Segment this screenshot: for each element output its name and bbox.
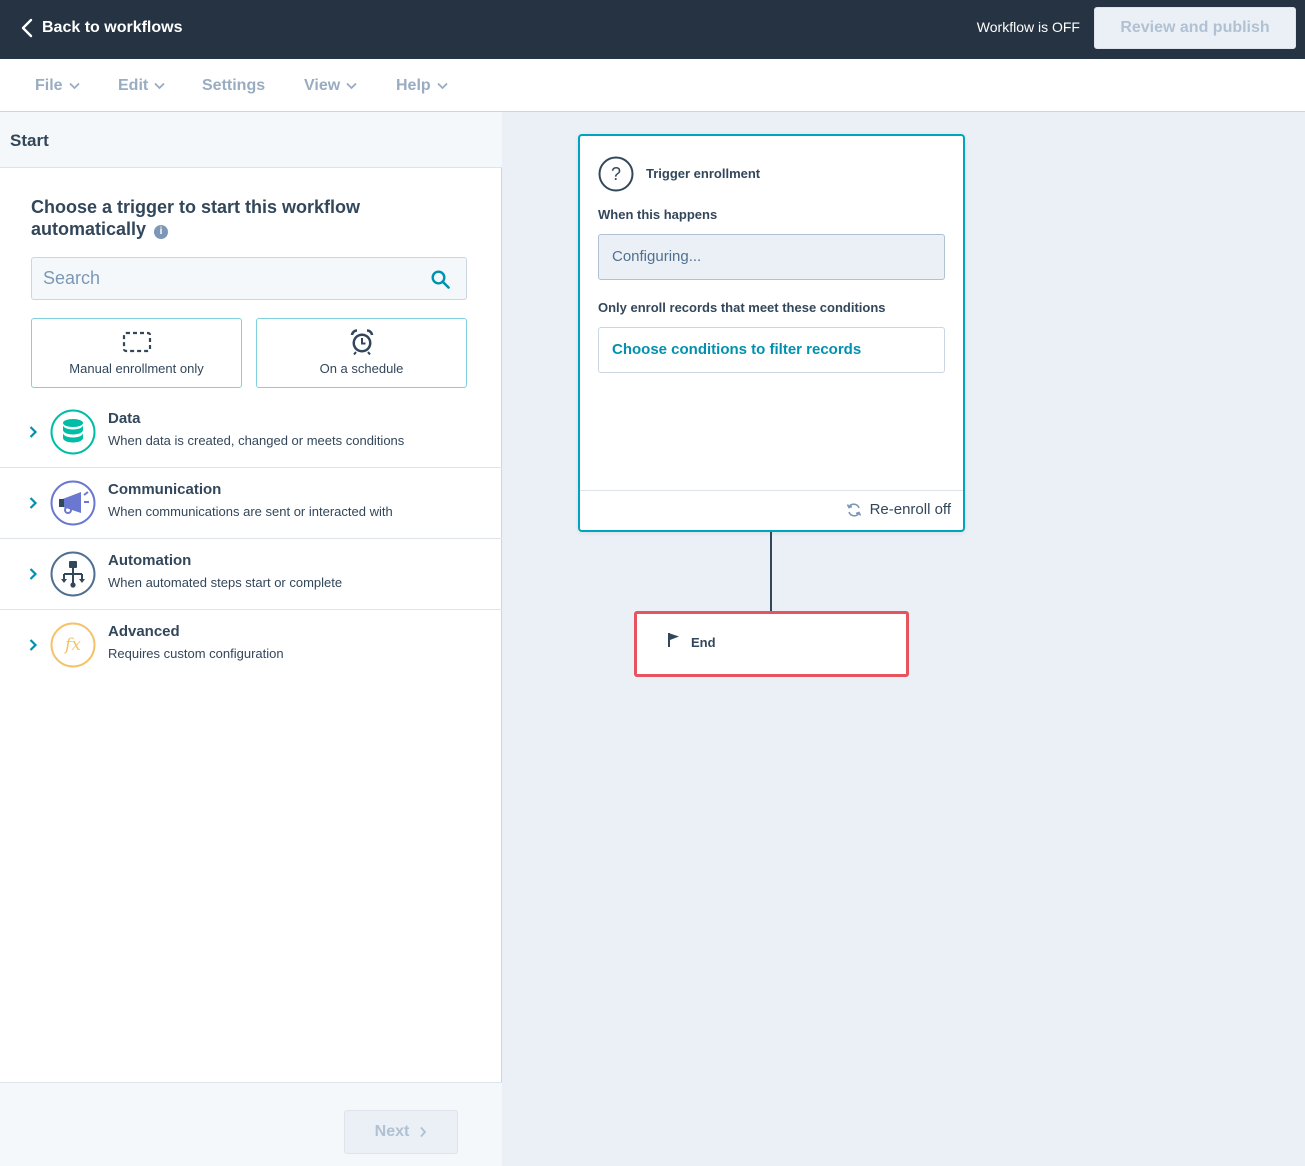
- svg-text:?: ?: [611, 164, 621, 184]
- chevron-right-icon: [29, 639, 38, 651]
- category-data[interactable]: Data When data is created, changed or me…: [0, 397, 502, 468]
- category-communication[interactable]: Communication When communications are se…: [0, 468, 502, 539]
- category-advanced-description: Requires custom configuration: [108, 646, 284, 661]
- chevron-right-icon: [29, 497, 38, 509]
- menu-file-label: File: [35, 77, 63, 94]
- menu-edit-label: Edit: [118, 77, 149, 94]
- category-advanced-title: Advanced: [108, 623, 180, 640]
- trigger-panel: Start Choose a trigger to start this wor…: [0, 112, 502, 1166]
- menu-help[interactable]: Help: [396, 76, 448, 96]
- category-data-title: Data: [108, 410, 141, 427]
- chevron-right-icon: [29, 568, 38, 580]
- top-bar: Back to workflows Workflow is OFF Review…: [0, 0, 1305, 59]
- menu-file[interactable]: File: [35, 76, 80, 96]
- panel-header: Start: [0, 112, 502, 168]
- chevron-right-icon: [29, 426, 38, 438]
- search-box: [31, 257, 467, 300]
- function-icon: fx: [50, 622, 96, 668]
- panel-heading: Choose a trigger to start this workflow …: [31, 196, 411, 240]
- search-input[interactable]: [32, 258, 422, 299]
- function-icon-text: fx: [63, 635, 81, 655]
- menu-view-label: View: [304, 77, 341, 94]
- category-data-description: When data is created, changed or meets c…: [108, 433, 405, 448]
- panel-title: Start: [10, 131, 49, 150]
- chevron-down-icon: [346, 82, 357, 90]
- end-label: End: [691, 635, 716, 650]
- database-icon: [50, 409, 96, 455]
- next-button[interactable]: Next: [344, 1110, 458, 1154]
- panel-heading-text: Choose a trigger to start this workflow …: [31, 197, 361, 239]
- choose-conditions-button[interactable]: Choose conditions to filter records: [598, 327, 945, 373]
- manual-enrollment-tile[interactable]: Manual enrollment only: [31, 318, 242, 388]
- flag-icon: [668, 633, 679, 647]
- menu-bar: File Edit Settings View Help: [0, 59, 1305, 112]
- megaphone-icon: [50, 480, 96, 526]
- back-label: Back to workflows: [42, 19, 183, 36]
- on-a-schedule-label: On a schedule: [319, 361, 404, 376]
- chevron-right-icon: [420, 1126, 427, 1138]
- menu-edit[interactable]: Edit: [118, 76, 165, 96]
- alarm-clock-icon: [350, 329, 373, 355]
- chevron-left-icon: [21, 18, 33, 38]
- category-automation-title: Automation: [108, 552, 192, 569]
- category-communication-title: Communication: [108, 481, 222, 498]
- flow-icon: [50, 551, 96, 597]
- search-icon[interactable]: [431, 270, 450, 289]
- review-and-publish-button[interactable]: Review and publish: [1094, 7, 1296, 49]
- re-enroll-label: Re-enroll off: [869, 501, 951, 518]
- dashed-box-icon: [122, 331, 151, 353]
- category-communication-description: When communications are sent or interact…: [108, 504, 393, 519]
- back-to-workflows-link[interactable]: Back to workflows: [20, 16, 182, 40]
- menu-view[interactable]: View: [304, 76, 357, 96]
- question-icon: ?: [598, 156, 634, 192]
- trigger-event-field[interactable]: Configuring...: [598, 234, 945, 280]
- trigger-enrollment-title: Trigger enrollment: [646, 166, 761, 181]
- on-a-schedule-tile[interactable]: On a schedule: [256, 318, 467, 388]
- when-this-happens-label: When this happens: [598, 207, 718, 222]
- conditions-label: Only enroll records that meet these cond…: [598, 300, 886, 315]
- next-button-label: Next: [374, 1123, 410, 1140]
- trigger-card-footer: Re-enroll off: [580, 490, 963, 530]
- trigger-enrollment-card[interactable]: ? Trigger enrollment When this happens C…: [578, 134, 965, 532]
- connector-line: [770, 532, 772, 612]
- panel-footer: Next: [0, 1082, 502, 1166]
- menu-settings[interactable]: Settings: [202, 76, 265, 96]
- menu-settings-label: Settings: [202, 77, 266, 94]
- category-automation[interactable]: Automation When automated steps start or…: [0, 539, 502, 610]
- chevron-down-icon: [68, 82, 80, 90]
- workflow-status: Workflow is OFF: [976, 19, 1080, 35]
- info-icon[interactable]: i: [154, 225, 169, 239]
- chevron-down-icon: [154, 82, 165, 90]
- end-node[interactable]: End: [634, 611, 909, 677]
- category-advanced[interactable]: fx Advanced Requires custom configuratio…: [0, 610, 502, 681]
- menu-help-label: Help: [396, 77, 431, 94]
- category-automation-description: When automated steps start or complete: [108, 575, 343, 590]
- chevron-down-icon: [437, 82, 448, 90]
- refresh-icon: [846, 502, 861, 517]
- re-enroll-toggle[interactable]: Re-enroll off: [846, 501, 951, 518]
- manual-enrollment-label: Manual enrollment only: [69, 361, 204, 376]
